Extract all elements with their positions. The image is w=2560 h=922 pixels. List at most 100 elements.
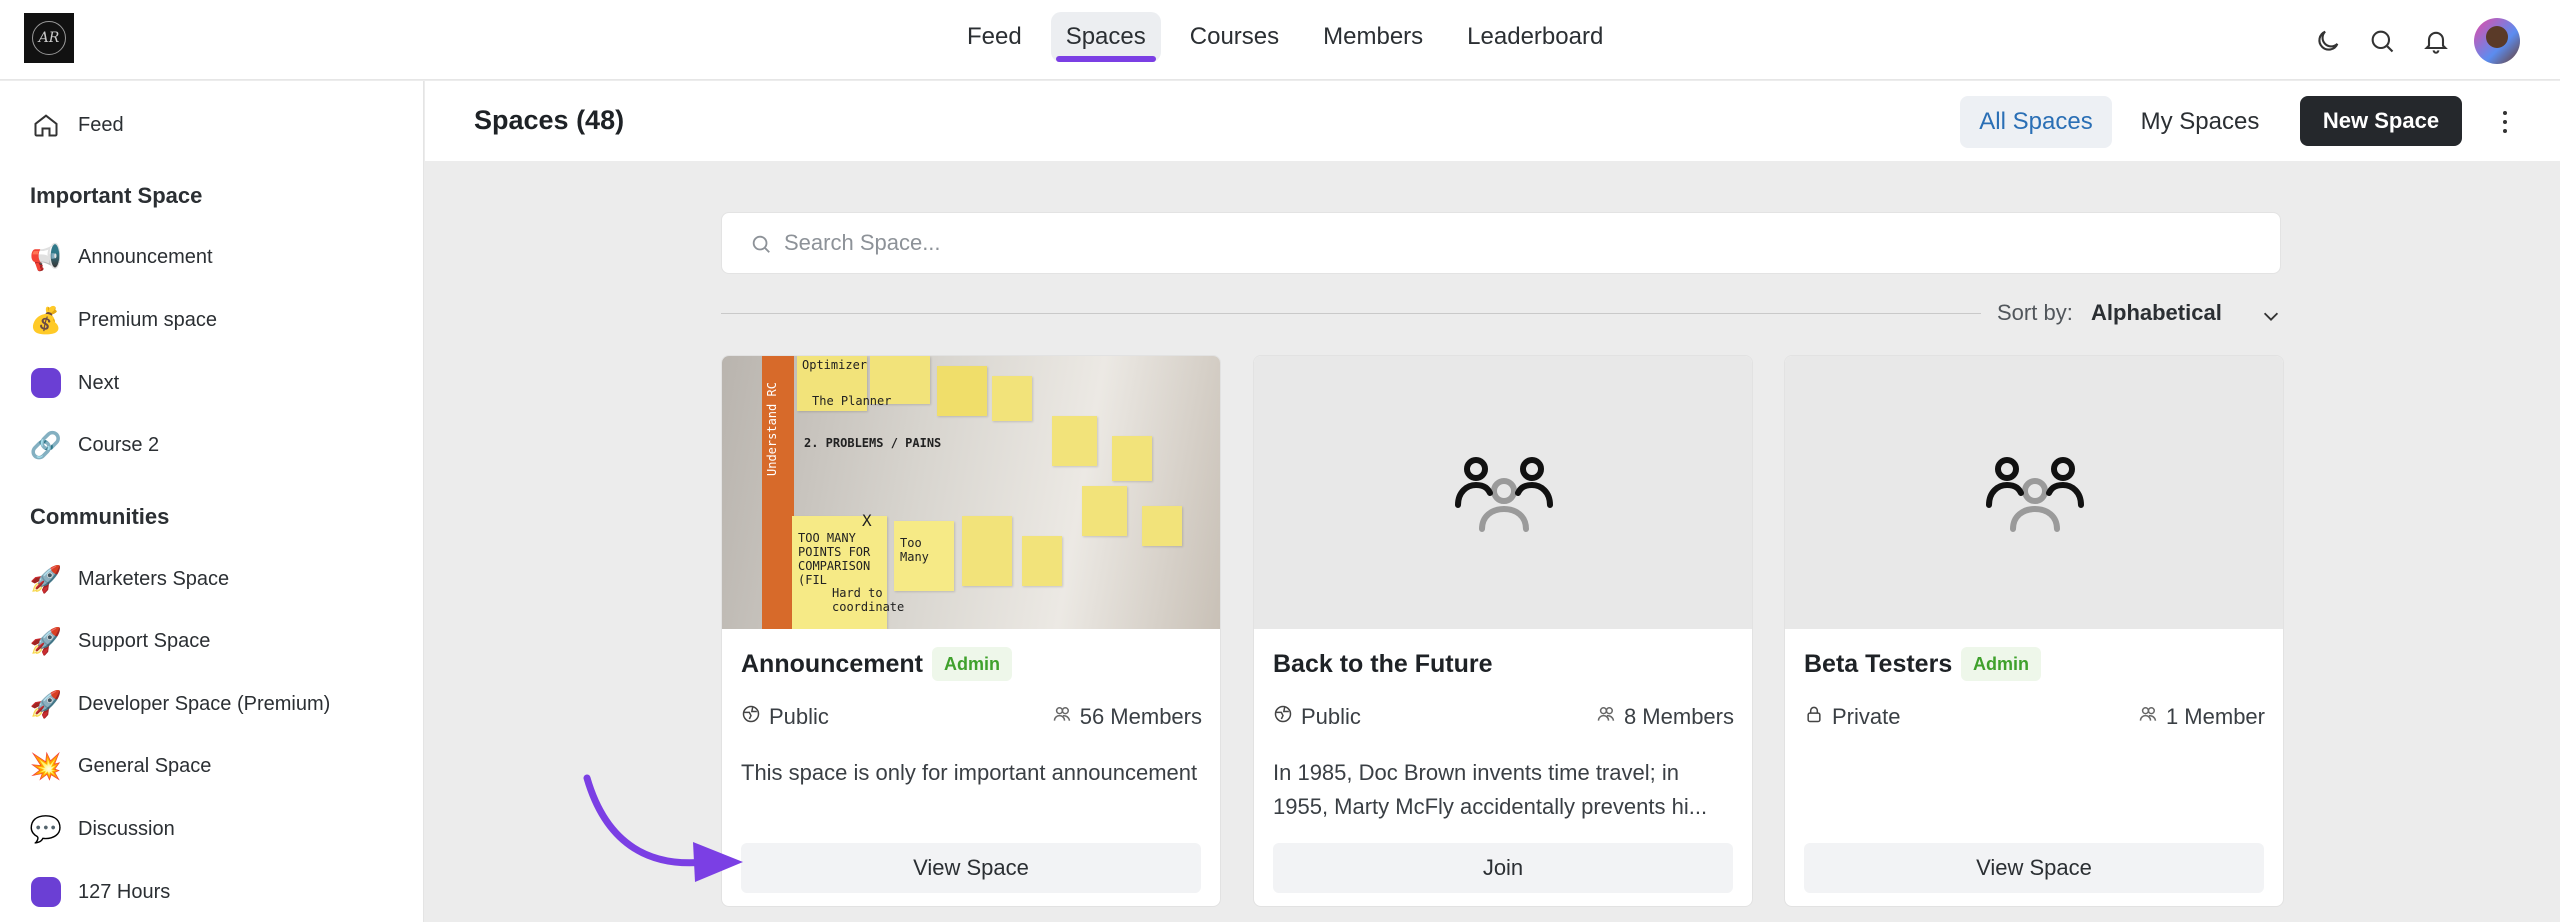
site-logo[interactable]: AR: [24, 13, 74, 63]
sidebar-item-support-space[interactable]: 🚀 Support Space: [29, 621, 211, 661]
communities-heading: Communities: [30, 504, 170, 529]
home-icon: [30, 109, 62, 141]
sidebar-item-label: Marketers Space: [78, 567, 230, 590]
nav-leaderboard[interactable]: Leaderboard: [1452, 12, 1618, 62]
members-meta: 1 Member: [2138, 704, 2265, 730]
privacy-label: Private: [1832, 704, 1901, 729]
members-meta: 8 Members: [1596, 704, 1734, 730]
privacy-meta: Public: [1273, 704, 1361, 730]
sidebar-item-label: Announcement: [78, 245, 213, 268]
globe-icon: [741, 704, 761, 730]
note-text: 2. PROBLEMS / PAINS: [804, 436, 942, 450]
join-button[interactable]: Join: [1273, 843, 1733, 893]
tab-my-spaces[interactable]: My Spaces: [2125, 96, 2275, 148]
spaces-header: Spaces (48) All Spaces My Spaces New Spa…: [425, 81, 2560, 161]
page-title: Spaces (48): [474, 105, 625, 135]
sidebar-item-marketers-space[interactable]: 🚀 Marketers Space: [30, 559, 229, 599]
group-placeholder-icon: [1785, 356, 2283, 629]
privacy-label: Public: [769, 704, 829, 729]
sidebar-item-label: Developer Space (Premium): [78, 692, 331, 715]
view-space-button[interactable]: View Space: [741, 843, 1201, 893]
privacy-label: Public: [1301, 704, 1361, 729]
card-title[interactable]: Announcement: [741, 650, 923, 679]
sidebar-item-premium-space[interactable]: 💰 Premium space: [30, 300, 217, 340]
megaphone-icon: 📢: [29, 241, 63, 272]
members-count: 1 Member: [2165, 704, 2265, 729]
members-meta: 56 Members: [1052, 704, 1202, 730]
sidebar-item-label: Premium space: [78, 308, 217, 331]
card-title[interactable]: Back to the Future: [1273, 650, 1492, 679]
note-text: Optimizer: [802, 358, 868, 372]
sidebar-item-127-hours[interactable]: 127 Hours: [30, 872, 170, 912]
sidebar-item-label: Course 2: [78, 433, 160, 456]
important-space-heading: Important Space: [30, 183, 203, 208]
tab-all-spaces[interactable]: All Spaces: [1960, 96, 2112, 148]
sidebar-item-discussion[interactable]: 💬 Discussion: [30, 809, 175, 849]
rocket-icon: 🚀: [29, 563, 63, 594]
privacy-meta: Public: [741, 704, 829, 730]
money-bag-icon: 💰: [29, 304, 63, 335]
sidebar-item-next[interactable]: Next: [30, 363, 119, 403]
purple-square-icon: [30, 876, 62, 908]
sort-label: Sort by:: [1997, 300, 2073, 325]
note-text: X: [862, 511, 872, 530]
card-description: This space is only for important announc…: [741, 760, 1198, 785]
sidebar-item-developer-space[interactable]: 🚀 Developer Space (Premium): [30, 684, 331, 724]
nav-feed[interactable]: Feed: [952, 12, 1037, 62]
sidebar-item-label: General Space: [78, 754, 212, 777]
space-card-back-to-the-future: Back to the Future Public 8 Members In 1…: [1253, 355, 1753, 907]
moon-icon[interactable]: [2312, 25, 2344, 57]
globe-icon: [1273, 704, 1293, 730]
note-text: Understand RC: [765, 382, 779, 476]
space-card-beta-testers: Beta Testers Admin Private 1 Member View…: [1784, 355, 2284, 907]
members-count: 8 Members: [1623, 704, 1734, 729]
more-options-icon[interactable]: [2495, 107, 2515, 137]
sidebar-item-label: Support Space: [78, 629, 211, 652]
members-icon: [1596, 704, 1616, 730]
admin-badge: Admin: [1961, 647, 2041, 681]
nav-courses[interactable]: Courses: [1175, 12, 1294, 62]
nav-members[interactable]: Members: [1308, 12, 1438, 62]
top-icons: [2312, 18, 2520, 64]
sort-dropdown[interactable]: Alphabetical: [2091, 300, 2222, 326]
sidebar-item-general-space[interactable]: 💥 General Space: [30, 746, 212, 786]
speech-bubble-icon: 💬: [29, 813, 63, 844]
sidebar-item-course-2[interactable]: 🔗 Course 2: [30, 425, 159, 465]
new-space-button[interactable]: New Space: [2300, 96, 2462, 146]
lock-icon: [1804, 704, 1824, 730]
top-navigation-bar: AR Feed Spaces Courses Members Leaderboa…: [0, 0, 2560, 80]
sidebar-item-announcement[interactable]: 📢 Announcement: [30, 237, 213, 277]
sidebar-item-feed[interactable]: Feed: [30, 105, 124, 145]
sidebar-item-label: Discussion: [78, 817, 175, 840]
bell-icon[interactable]: [2420, 25, 2452, 57]
note-text: The Planner: [812, 394, 892, 408]
search-icon[interactable]: [2366, 25, 2398, 57]
annotation-arrow-icon: [583, 774, 743, 882]
sidebar-item-label: Feed: [78, 113, 124, 136]
members-count: 56 Members: [1079, 704, 1202, 729]
search-icon: [750, 233, 772, 260]
members-icon: [2138, 704, 2158, 730]
admin-badge: Admin: [932, 647, 1012, 681]
logo-monogram: AR: [32, 21, 66, 55]
card-title[interactable]: Beta Testers: [1804, 650, 1952, 679]
note-text: Hard to coordinate: [832, 586, 905, 614]
chevron-down-icon[interactable]: [2260, 305, 2282, 332]
search-input[interactable]: [784, 221, 2244, 265]
nav-spaces[interactable]: Spaces: [1050, 12, 1161, 62]
sidebar: Feed Important Space 📢 Announcement 💰 Pr…: [0, 81, 424, 922]
divider: [721, 313, 1981, 314]
sidebar-item-label: Next: [78, 371, 120, 394]
privacy-meta: Private: [1804, 704, 1900, 730]
space-card-announcement: Optimizer The Planner 2. PROBLEMS / PAIN…: [721, 355, 1221, 907]
sticky-notes-photo: Optimizer The Planner 2. PROBLEMS / PAIN…: [722, 356, 1220, 629]
rocket-icon: 🚀: [29, 625, 63, 656]
user-avatar[interactable]: [2474, 18, 2520, 64]
search-box: [721, 212, 2281, 274]
purple-square-icon: [30, 367, 62, 399]
link-icon: 🔗: [29, 429, 63, 460]
card-description: In 1985, Doc Brown invents time travel; …: [1273, 760, 1708, 819]
members-icon: [1052, 704, 1072, 730]
note-text: Too Many: [900, 536, 929, 564]
view-space-button[interactable]: View Space: [1804, 843, 2264, 893]
